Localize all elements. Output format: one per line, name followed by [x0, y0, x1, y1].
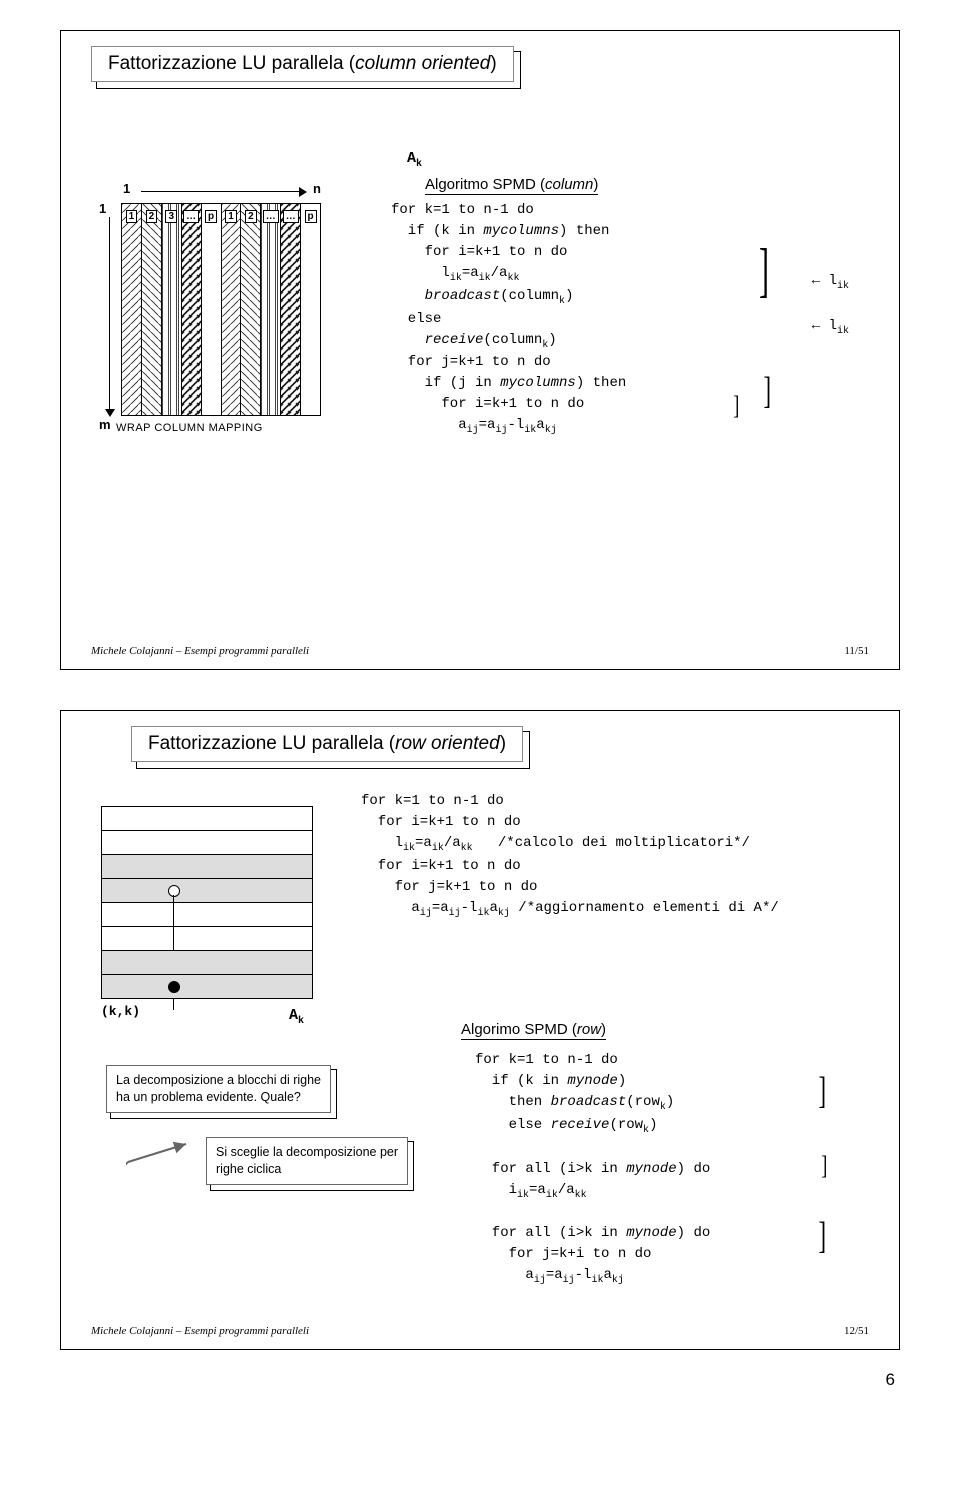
slide1-title: Fattorizzazione LU parallela (column ori… — [91, 46, 514, 82]
Ak-label: Ak — [407, 150, 422, 167]
Ak-label-2: Ak — [289, 1007, 304, 1024]
bracket-icon: ] — [816, 1069, 829, 1113]
arrow-v-icon — [109, 217, 110, 411]
matrix-col-label: 1 — [225, 210, 237, 223]
bracket-icon: ] — [732, 391, 741, 421]
slide1-title-post: ) — [490, 53, 496, 74]
matrix-col-label: … — [183, 210, 199, 223]
slide1-algorithm: Algoritmo SPMD (column) for k=1 to n-1 d… — [391, 176, 849, 438]
algo2-title-kw: row — [577, 1021, 601, 1038]
algo2-title-post: ) — [601, 1021, 606, 1038]
slide2-title-kw: row oriented — [395, 733, 500, 754]
matrix-col-label: 1 — [126, 210, 138, 223]
slide2-footer-right: 12/51 — [844, 1325, 869, 1337]
arrow-assign-1: ← lik — [812, 271, 849, 294]
matrix-col-label: … — [263, 210, 279, 223]
bracket-icon: ] — [816, 1214, 829, 1258]
slide2-title-pre: Fattorizzazione LU parallela ( — [148, 733, 395, 754]
matrix-figure: 1 n 1 m 1 2 3 … p 1 2 … … p — [101, 181, 331, 416]
slide2-title-post: ) — [500, 733, 506, 754]
matrix-col-label: 2 — [146, 210, 158, 223]
row-figure — [101, 806, 313, 999]
matrix-col-label: p — [305, 210, 317, 223]
annotation-2: Si sceglie la decomposizione per righe c… — [206, 1137, 408, 1185]
wrap-mapping-label: WRAP COLUMN MAPPING — [116, 422, 331, 434]
slide1-title-pre: Fattorizzazione LU parallela ( — [108, 53, 355, 74]
slide1-footer-right: 11/51 — [844, 645, 869, 657]
algo-title-kw: column — [545, 176, 593, 193]
algo-title-post: ) — [593, 176, 598, 193]
axis-top-1: 1 — [123, 181, 130, 196]
annotation-1: La decomposizione a blocchi di righe ha … — [106, 1065, 331, 1113]
axis-left-m: m — [99, 417, 111, 432]
slide2-title: Fattorizzazione LU parallela (row orient… — [131, 726, 523, 762]
matrix-col-label: 3 — [165, 210, 177, 223]
slide2-footer-left: Michele Colajanni – Esempi programmi par… — [91, 1325, 309, 1337]
slide2-spmd-algorithm: Algorimo SPMD (row) for k=1 to n-1 do if… — [461, 1021, 871, 1288]
slide1-code: for k=1 to n-1 do if (k in mycolumns) th… — [391, 200, 849, 438]
bracket-icon: ] — [820, 1151, 829, 1181]
algo2-title-pre: Algorimo SPMD ( — [461, 1021, 577, 1038]
matrix-col-label: … — [283, 210, 299, 223]
matrix-body: 1 2 3 … p 1 2 … … p — [121, 203, 321, 416]
slide2-seq-code: for k=1 to n-1 do for i=k+1 to n do lik=… — [361, 786, 844, 921]
slide1-footer-left: Michele Colajanni – Esempi programmi par… — [91, 645, 309, 657]
bracket-icon: ] — [761, 369, 774, 413]
slide-1: Fattorizzazione LU parallela (column ori… — [60, 30, 900, 670]
axis-top-n: n — [313, 181, 321, 196]
arrow-h-icon — [141, 191, 301, 192]
bracket-icon: ] — [754, 236, 774, 305]
algo-title-pre: Algoritmo SPMD ( — [425, 176, 545, 193]
slide1-title-kw: column oriented — [355, 53, 490, 74]
axis-left-1: 1 — [99, 201, 106, 216]
slide2-spmd-code: for k=1 to n-1 do if (k in mynode) then … — [475, 1050, 871, 1288]
matrix-col-label: p — [205, 210, 217, 223]
page-number: 6 — [60, 1370, 900, 1390]
arrow-assign-2: ← lik — [812, 316, 849, 339]
matrix-col-label: 2 — [245, 210, 257, 223]
arrow-icon — [126, 1140, 196, 1170]
slide-2: Fattorizzazione LU parallela (row orient… — [60, 710, 900, 1350]
